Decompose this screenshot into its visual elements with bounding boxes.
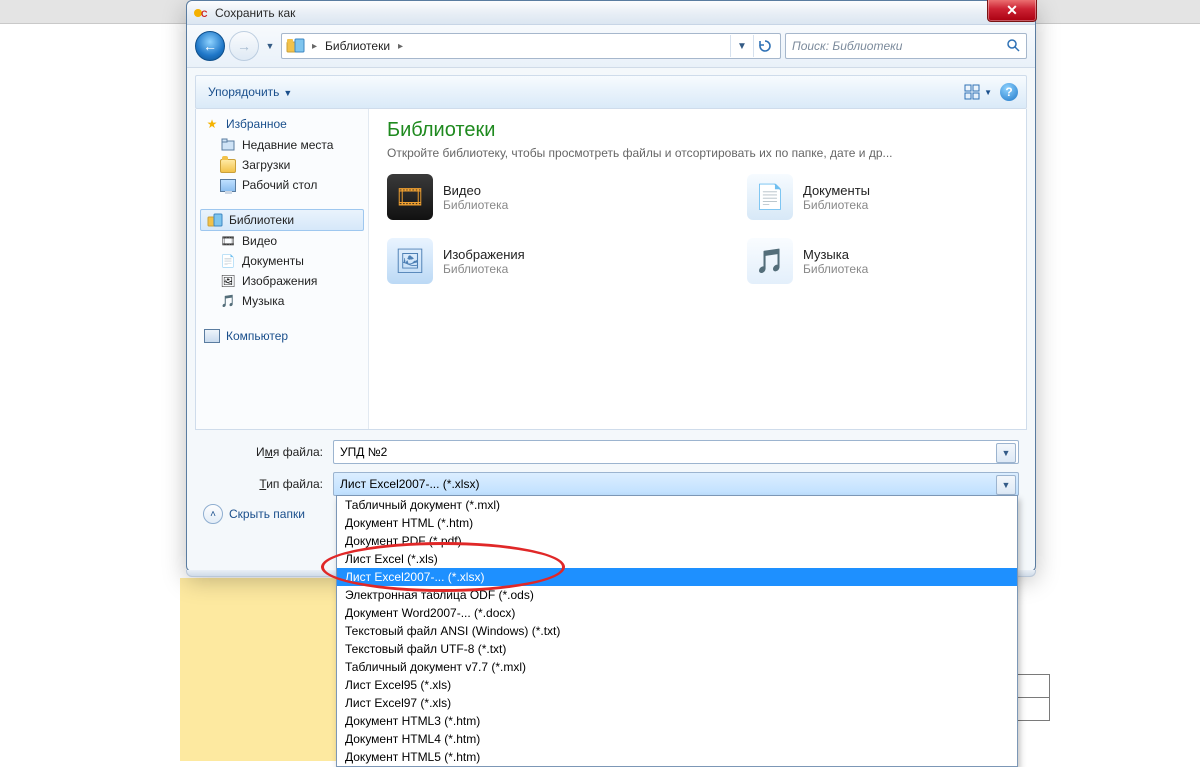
search-input[interactable]: Поиск: Библиотеки — [785, 33, 1027, 59]
folder-icon — [220, 157, 236, 173]
document-icon: 📄 — [220, 253, 236, 269]
close-button[interactable]: ✕ — [987, 0, 1037, 22]
sidebar: ★ Избранное Недавние места Загрузки Рабо… — [196, 109, 369, 429]
filetype-select[interactable]: Лист Excel2007-... (*.xlsx) ▼ — [333, 472, 1019, 496]
content-subheading: Откройте библиотеку, чтобы просмотреть ф… — [387, 146, 1008, 160]
library-name: Изображения — [443, 247, 525, 262]
app-icon: С — [193, 5, 209, 21]
nav-row: ← → ▼ ▸ Библиотеки ▸ ▼ Поиск: Библиотеки — [187, 25, 1035, 68]
sidebar-favorites-header[interactable]: ★ Избранное — [196, 113, 368, 135]
library-item[interactable]: 🎵 МузыкаБиблиотека — [747, 238, 997, 284]
chevron-up-icon: ˄ — [203, 504, 223, 524]
window-title: Сохранить как — [215, 6, 295, 20]
organize-menu[interactable]: Упорядочить▼ — [204, 83, 296, 101]
filetype-option[interactable]: Лист Excel (*.xls) — [337, 550, 1017, 568]
arrow-left-icon: ← — [203, 38, 217, 54]
forward-button[interactable]: → — [229, 31, 259, 61]
save-as-dialog: С Сохранить как ✕ ← → ▼ ▸ Библиотеки ▸ ▼… — [186, 0, 1036, 572]
library-type: Библиотека — [443, 198, 508, 212]
library-icon: 📄 — [747, 174, 793, 220]
chevron-down-icon: ▼ — [984, 88, 992, 97]
back-button[interactable]: ← — [195, 31, 225, 61]
library-type: Библиотека — [803, 262, 868, 276]
history-dropdown[interactable]: ▼ — [263, 34, 277, 58]
arrow-right-icon: → — [237, 38, 251, 54]
filetype-option[interactable]: Табличный документ v7.7 (*.mxl) — [337, 658, 1017, 676]
filename-input[interactable]: УПД №2 ▼ — [333, 440, 1019, 464]
views-button[interactable]: ▼ — [964, 81, 992, 103]
filetype-option[interactable]: Электронная таблица ODF (*.ods) — [337, 586, 1017, 604]
library-icon: 🎵 — [747, 238, 793, 284]
filetype-option[interactable]: Документ PDF (*.pdf) — [337, 532, 1017, 550]
breadcrumb-sep: ▸ — [396, 41, 405, 52]
filetype-option[interactable]: Лист Excel2007-... (*.xlsx) — [337, 568, 1017, 586]
sidebar-item-recent[interactable]: Недавние места — [196, 135, 368, 155]
sidebar-item-downloads[interactable]: Загрузки — [196, 155, 368, 175]
video-icon: 🎞 — [220, 233, 236, 249]
music-icon: 🎵 — [220, 293, 236, 309]
sidebar-item-music[interactable]: 🎵Музыка — [196, 291, 368, 311]
breadcrumb-root[interactable]: Библиотеки — [319, 39, 396, 53]
close-icon: ✕ — [1006, 2, 1018, 19]
titlebar[interactable]: С Сохранить как ✕ — [187, 1, 1035, 25]
library-type: Библиотека — [803, 198, 870, 212]
library-type: Библиотека — [443, 262, 525, 276]
sidebar-computer-header[interactable]: Компьютер — [196, 325, 368, 347]
star-icon: ★ — [204, 116, 220, 132]
filetype-option[interactable]: Документ HTML (*.htm) — [337, 514, 1017, 532]
library-name: Видео — [443, 183, 508, 198]
filetype-option[interactable]: Текстовый файл UTF-8 (*.txt) — [337, 640, 1017, 658]
filetype-option[interactable]: Документ HTML5 (*.htm) — [337, 748, 1017, 766]
svg-text:С: С — [201, 9, 208, 19]
library-name: Документы — [803, 183, 870, 198]
filename-label: Имя файла: — [203, 445, 323, 459]
library-item[interactable]: 🖼 ИзображенияБиблиотека — [387, 238, 637, 284]
refresh-button[interactable] — [753, 35, 776, 57]
library-item[interactable]: 🎞 ВидеоБиблиотека — [387, 174, 637, 220]
desktop-icon — [220, 177, 236, 193]
chevron-down-icon[interactable]: ▼ — [996, 475, 1016, 495]
sidebar-item-pictures[interactable]: 🖼Изображения — [196, 271, 368, 291]
filetype-option[interactable]: Текстовый файл ANSI (Windows) (*.txt) — [337, 622, 1017, 640]
toolbar: Упорядочить▼ ▼ ? — [195, 75, 1027, 109]
filetype-option[interactable]: Документ Word2007-... (*.docx) — [337, 604, 1017, 622]
filetype-option[interactable]: Документ HTML4 (*.htm) — [337, 730, 1017, 748]
filetype-label: Тип файла: — [203, 477, 323, 491]
sidebar-item-documents[interactable]: 📄Документы — [196, 251, 368, 271]
library-icon: 🎞 — [387, 174, 433, 220]
chevron-down-icon[interactable]: ▼ — [996, 443, 1016, 463]
filetype-option[interactable]: Лист Excel97 (*.xls) — [337, 694, 1017, 712]
filetype-option[interactable]: Табличный документ (*.mxl) — [337, 496, 1017, 514]
sidebar-item-desktop[interactable]: Рабочий стол — [196, 175, 368, 195]
library-name: Музыка — [803, 247, 868, 262]
breadcrumb-sep: ▸ — [310, 41, 319, 52]
library-item[interactable]: 📄 ДокументыБиблиотека — [747, 174, 997, 220]
help-button[interactable]: ? — [1000, 83, 1018, 101]
filetype-option[interactable]: Документ HTML3 (*.htm) — [337, 712, 1017, 730]
address-bar[interactable]: ▸ Библиотеки ▸ ▼ — [281, 33, 781, 59]
filetype-dropdown-list[interactable]: Табличный документ (*.mxl)Документ HTML … — [336, 495, 1018, 767]
pictures-icon: 🖼 — [220, 273, 236, 289]
search-icon — [1006, 38, 1020, 55]
search-placeholder: Поиск: Библиотеки — [792, 39, 902, 53]
content-pane: Библиотеки Откройте библиотеку, чтобы пр… — [369, 109, 1026, 429]
libraries-icon — [286, 37, 306, 55]
filetype-option[interactable]: Лист Excel95 (*.xls) — [337, 676, 1017, 694]
sidebar-libraries-header[interactable]: Библиотеки — [200, 209, 364, 231]
computer-icon — [204, 328, 220, 344]
libraries-icon — [207, 212, 223, 228]
address-dropdown[interactable]: ▼ — [730, 35, 753, 57]
chevron-down-icon: ▼ — [283, 88, 292, 98]
library-icon: 🖼 — [387, 238, 433, 284]
content-heading: Библиотеки — [387, 119, 1008, 142]
sidebar-item-video[interactable]: 🎞Видео — [196, 231, 368, 251]
recent-icon — [220, 137, 236, 153]
